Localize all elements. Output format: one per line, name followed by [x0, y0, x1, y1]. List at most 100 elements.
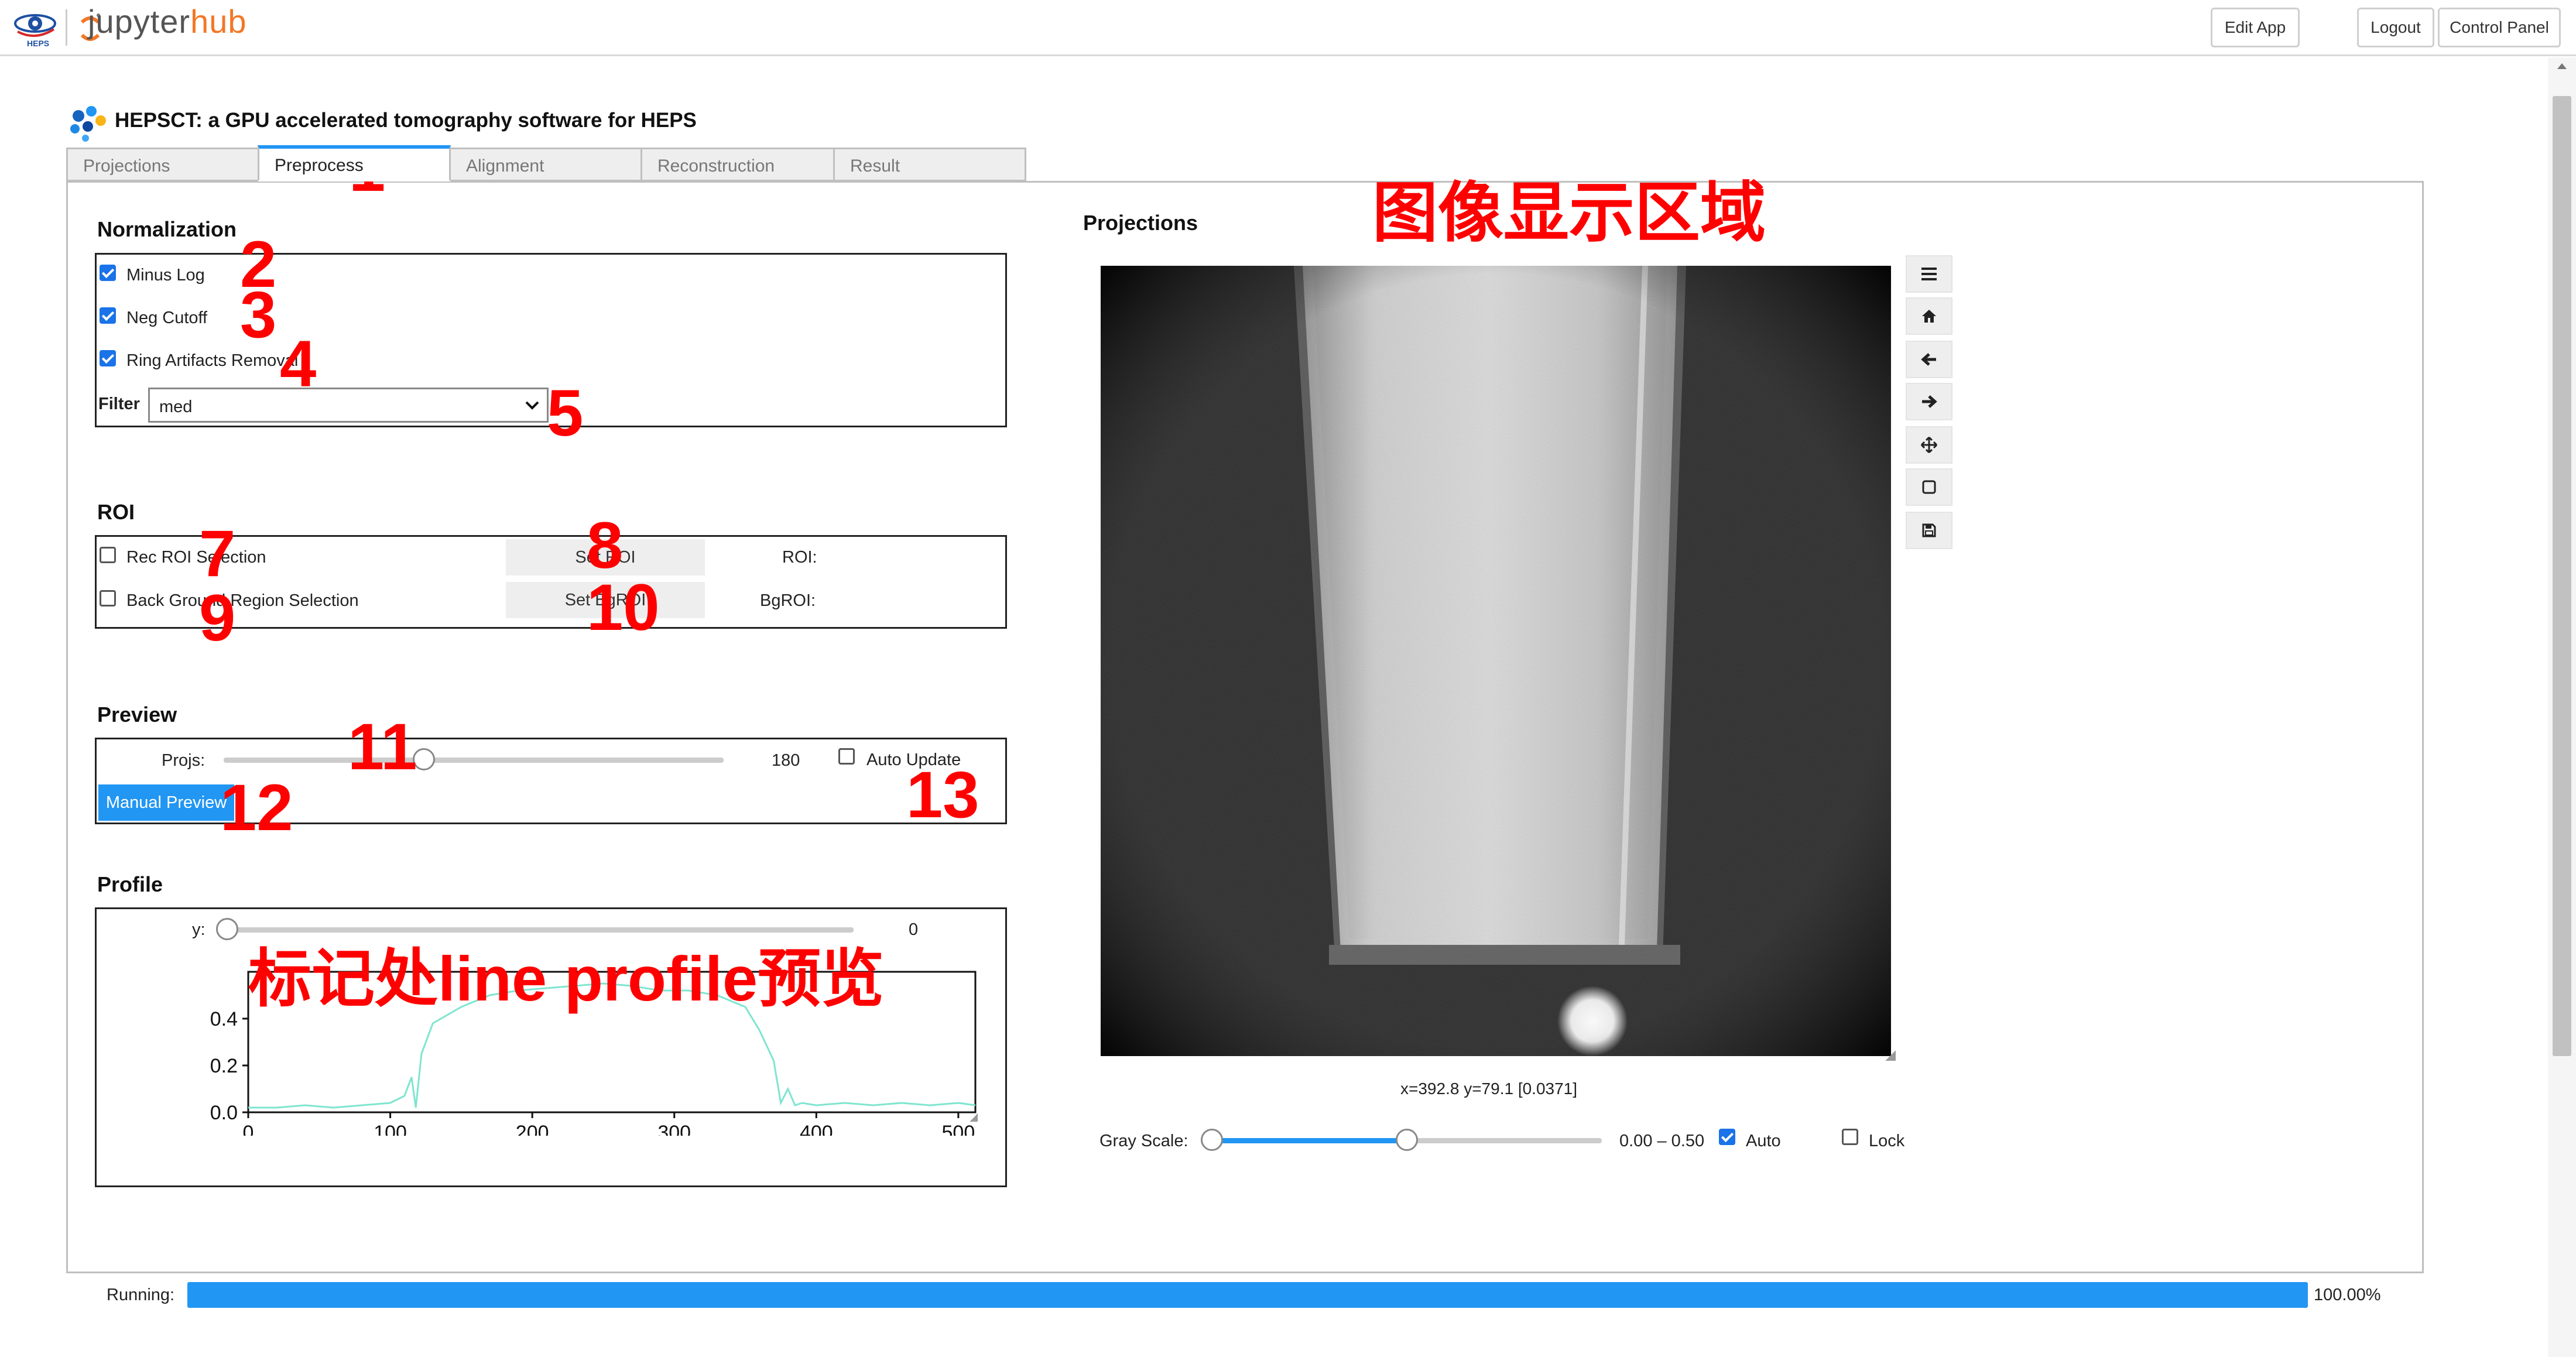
menu-button[interactable] [1906, 255, 1952, 293]
zoom-rect-icon [1922, 480, 1936, 494]
projection-image[interactable] [1101, 266, 1891, 1056]
top-navigation-bar: HEPS jupyterhub Edit App Logout Control … [0, 0, 2576, 56]
annotation-9: 9 [199, 581, 236, 654]
cursor-coordinates: x=392.8 y=79.1 [0.0371] [1400, 1080, 1578, 1098]
gray-scale-low-knob[interactable] [1201, 1129, 1223, 1151]
y-tick-label: 0.2 [210, 1055, 238, 1077]
profile-y-slider-track[interactable] [227, 927, 854, 933]
profile-y-value: 0 [909, 920, 919, 939]
image-resize-handle[interactable] [1885, 1050, 1896, 1061]
ring-removal-label[interactable]: Ring Artifacts Removal [126, 351, 298, 371]
x-tick-label: 300 [657, 1122, 691, 1136]
rec-roi-checkbox[interactable] [100, 547, 116, 563]
logo-divider [66, 9, 67, 46]
gray-scale-range: 0.00 – 0.50 [1619, 1132, 1705, 1150]
jupyterhub-word-b: hub [190, 3, 247, 40]
x-tick-label: 100 [374, 1122, 407, 1136]
filter-label: Filter [98, 395, 140, 413]
x-tick-label: 500 [942, 1122, 975, 1136]
projs-label: Projs: [162, 751, 205, 770]
neg-cutoff-checkbox[interactable] [100, 307, 116, 324]
heps-logo[interactable]: HEPS [9, 6, 59, 49]
back-button[interactable] [1906, 341, 1952, 378]
progress-bar [187, 1282, 2308, 1308]
roi-title: ROI [97, 500, 135, 524]
auto-label[interactable]: Auto [1746, 1132, 1781, 1151]
y-tick-label: 0.0 [210, 1102, 238, 1124]
progress-percent: 100.00% [2314, 1286, 2381, 1304]
edit-app-button[interactable]: Edit App [2211, 8, 2300, 47]
filter-select-value: med [159, 397, 193, 416]
forward-button[interactable] [1906, 383, 1952, 420]
annotation-11: 11 [348, 710, 417, 783]
bg-region-checkbox[interactable] [100, 590, 116, 606]
annotation-image-area: 图像显示区域 [1372, 176, 1766, 249]
home-icon [1922, 310, 1936, 323]
gray-scale-high-knob[interactable] [1396, 1129, 1418, 1151]
preview-title: Preview [97, 703, 177, 727]
projections-title: Projections [1083, 211, 1198, 235]
neg-cutoff-label[interactable]: Neg Cutoff [126, 309, 207, 328]
profile-title: Profile [97, 872, 163, 896]
pan-button[interactable] [1906, 426, 1952, 464]
forward-arrow-icon [1922, 395, 1937, 408]
jupyterhub-word-a: jupyter [88, 3, 191, 40]
projection-image-canvas [1101, 266, 1891, 1056]
y-tick-label: 0.4 [210, 1008, 238, 1030]
jupyterhub-wordmark: jupyterhub [88, 2, 247, 40]
page-scrollbar[interactable] [2548, 57, 2576, 1357]
control-panel-button[interactable]: Control Panel [2438, 8, 2561, 47]
profile-y-label: y: [192, 920, 205, 939]
tab-preprocess[interactable]: Preprocess [258, 145, 451, 181]
annotation-3: 3 [240, 278, 277, 351]
home-button[interactable] [1906, 297, 1952, 335]
chart-resize-handle[interactable] [970, 1113, 978, 1122]
tab-result[interactable]: Result [833, 148, 1026, 181]
chevron-down-icon [525, 401, 539, 410]
annotation-12: 12 [220, 771, 293, 844]
projs-slider-track[interactable] [224, 758, 724, 763]
gray-scale-fill [1212, 1138, 1407, 1143]
running-label: Running: [107, 1286, 175, 1304]
rec-roi-label[interactable]: Rec ROI Selection [126, 548, 266, 567]
logout-button[interactable]: Logout [2357, 8, 2434, 47]
annotation-7: 7 [199, 517, 236, 590]
annotation-10: 10 [587, 571, 660, 644]
heps-logo-text: HEPS [27, 39, 50, 48]
scrollbar-thumb[interactable] [2553, 96, 2571, 1056]
x-tick-label: 400 [800, 1122, 833, 1136]
save-icon [1922, 523, 1936, 537]
lock-label[interactable]: Lock [1869, 1132, 1904, 1151]
ring-removal-checkbox[interactable] [100, 350, 116, 366]
tab-reconstruction[interactable]: Reconstruction [640, 148, 835, 181]
profile-y-slider-knob[interactable] [216, 918, 238, 940]
roi-readout-label: ROI: [782, 548, 817, 567]
lock-checkbox[interactable] [1842, 1129, 1858, 1145]
tab-alignment[interactable]: Alignment [449, 148, 642, 181]
annotation-profile-area: 标记处line profile预览 [248, 943, 885, 1014]
auto-checkbox[interactable] [1719, 1129, 1735, 1145]
projs-value: 180 [772, 751, 800, 770]
filter-select[interactable]: med [148, 388, 549, 423]
zoom-rect-button[interactable] [1906, 468, 1952, 506]
annotation-5: 5 [547, 376, 584, 450]
minus-log-label[interactable]: Minus Log [126, 266, 205, 285]
auto-update-checkbox[interactable] [838, 748, 855, 765]
tab-projections[interactable]: Projections [66, 148, 259, 181]
app-title: HEPSCT: a GPU accelerated tomography sof… [115, 109, 697, 132]
bgroi-readout-label: BgROI: [760, 591, 816, 610]
normalization-title: Normalization [97, 217, 237, 241]
pan-icon [1920, 436, 1938, 454]
x-tick-label: 200 [516, 1122, 549, 1136]
scrollbar-up-arrow[interactable] [2557, 63, 2567, 69]
jupyterhub-logo[interactable]: jupyterhub [75, 3, 251, 49]
annotation-13: 13 [906, 758, 979, 831]
x-tick-label: 0 [243, 1122, 254, 1136]
minus-log-checkbox[interactable] [100, 265, 116, 281]
back-arrow-icon [1921, 353, 1936, 366]
manual-preview-button[interactable]: Manual Preview [98, 784, 234, 821]
save-button[interactable] [1906, 512, 1952, 549]
bg-region-label[interactable]: Back Ground Region Selection [126, 591, 359, 611]
menu-icon [1921, 268, 1937, 280]
annotation-8: 8 [587, 509, 624, 582]
